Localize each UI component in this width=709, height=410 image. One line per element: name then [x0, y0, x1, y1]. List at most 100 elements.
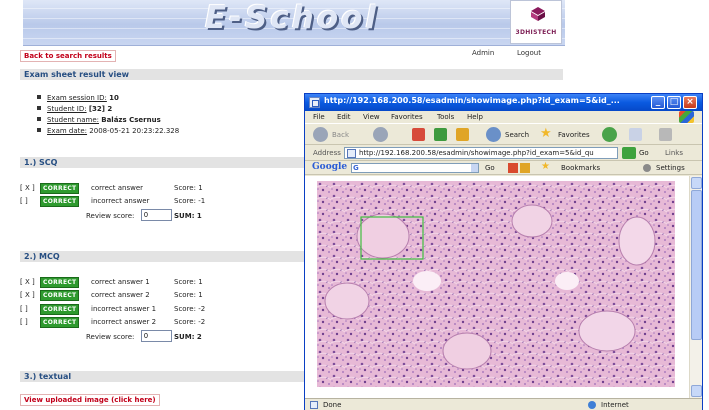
go-arrow-icon[interactable] [622, 147, 636, 159]
stop-icon[interactable] [412, 128, 425, 141]
close-button[interactable]: × [683, 96, 697, 109]
answer-text: correct answer [91, 184, 144, 192]
info-label: Exam session ID: [47, 94, 107, 102]
bookmarks-button[interactable]: Bookmarks [561, 164, 600, 172]
scroll-up-icon[interactable] [691, 177, 702, 189]
google-g-icon: G [353, 164, 359, 172]
histology-slide-image[interactable] [317, 181, 675, 387]
page-title: Exam sheet result view [24, 70, 130, 79]
maximize-button[interactable]: □ [667, 96, 681, 109]
answer-mark: [ X ] [20, 291, 35, 299]
mcq-review-score-input[interactable] [141, 330, 172, 342]
google-tools-icon[interactable] [508, 163, 530, 173]
eschool-logo: E-School [205, 0, 380, 36]
menu-file[interactable]: File [313, 113, 325, 121]
section-title: 3.) textual [24, 372, 72, 381]
menu-tools[interactable]: Tools [437, 113, 454, 121]
minimize-button[interactable]: _ [651, 96, 665, 109]
correct-badge: CORRECT [40, 196, 80, 207]
menu-help[interactable]: Help [467, 113, 483, 121]
scq-sum: SUM: 1 [174, 212, 202, 220]
google-search-input[interactable]: G [351, 163, 479, 173]
bookmarks-star-icon: ★ [541, 161, 550, 172]
info-student-id: Student ID: [32] 2 [37, 105, 112, 113]
logout-link[interactable]: Logout [517, 49, 541, 57]
print-icon[interactable] [659, 128, 672, 141]
back-arrow-icon[interactable] [313, 127, 328, 142]
section-title: 2.) MCQ [24, 252, 60, 261]
address-input[interactable]: http://192.168.200.58/esadmin/showimage.… [344, 147, 618, 159]
admin-link[interactable]: Admin [472, 49, 494, 57]
address-url: http://192.168.200.58/esadmin/showimage.… [359, 149, 594, 157]
scq-review-score-input[interactable] [141, 209, 172, 221]
search-button-label[interactable]: Search [505, 131, 529, 139]
brand-cube-icon [531, 7, 545, 21]
vertical-scrollbar[interactable] [689, 176, 702, 398]
answer-score: Score: -2 [174, 318, 206, 326]
answer-score: Score: 1 [174, 278, 203, 286]
info-exam-session: Exam session ID: 10 [37, 94, 119, 102]
image-popup-window: http://192.168.200.58/esadmin/showimage.… [304, 93, 703, 410]
go-button-label[interactable]: Go [639, 149, 649, 157]
google-go-button[interactable]: Go [485, 164, 495, 172]
info-label: Student ID: [47, 105, 87, 113]
correct-badge: CORRECT [40, 183, 80, 194]
menu-edit[interactable]: Edit [337, 113, 351, 121]
answer-mark: [ ] [20, 305, 28, 313]
image-viewport [305, 176, 702, 398]
menu-view[interactable]: View [363, 113, 380, 121]
refresh-icon[interactable] [434, 128, 447, 141]
correct-badge: CORRECT [40, 304, 80, 315]
answer-mark: [ ] [20, 318, 28, 326]
correct-badge: CORRECT [40, 277, 80, 288]
popup-title: http://192.168.200.58/esadmin/showimage.… [324, 96, 620, 105]
address-bar: Address http://192.168.200.58/esadmin/sh… [305, 145, 702, 161]
search-dropdown-icon[interactable] [471, 164, 478, 172]
scroll-down-icon[interactable] [691, 385, 702, 397]
links-label[interactable]: Links [665, 149, 683, 157]
info-label: Student name: [47, 116, 99, 124]
answer-text: incorrect answer [91, 197, 150, 205]
search-icon[interactable] [486, 127, 501, 142]
back-button-label[interactable]: Back [332, 131, 349, 139]
mail-icon[interactable] [629, 128, 642, 141]
menu-favorites[interactable]: Favorites [391, 113, 423, 121]
home-icon[interactable] [456, 128, 469, 141]
security-zone: Internet [601, 401, 629, 409]
header-banner: E-School 3DHISTECH [23, 0, 565, 46]
answer-mark: [ ] [20, 197, 28, 205]
status-bar: Done Internet [305, 398, 702, 410]
page-favicon-icon [347, 149, 356, 158]
answer-score: Score: -2 [174, 305, 206, 313]
settings-gear-icon [643, 164, 651, 172]
answer-score: Score: 1 [174, 184, 203, 192]
answer-text: correct answer 1 [91, 278, 150, 286]
browser-toolbar: Back Search ★ Favorites [305, 123, 702, 145]
answer-mark: [ X ] [20, 184, 35, 192]
forward-arrow-icon[interactable] [373, 127, 388, 142]
favorites-star-icon[interactable]: ★ [540, 126, 552, 141]
info-student-name: Student name: Balázs Csernus [37, 116, 161, 124]
brand-logo: 3DHISTECH [510, 0, 562, 44]
status-text: Done [323, 401, 342, 409]
answer-text: correct answer 2 [91, 291, 150, 299]
popup-titlebar[interactable]: http://192.168.200.58/esadmin/showimage.… [305, 94, 702, 111]
ie-page-icon [309, 97, 320, 108]
settings-button[interactable]: Settings [656, 164, 685, 172]
review-score-label: Review score: [86, 333, 135, 341]
section-title: 1.) SCQ [24, 158, 58, 167]
favorites-button-label[interactable]: Favorites [558, 131, 590, 139]
menu-bar: File Edit View Favorites Tools Help [305, 111, 702, 123]
windows-logo-icon [679, 111, 694, 123]
back-to-search-link[interactable]: Back to search results [20, 50, 116, 62]
correct-badge: CORRECT [40, 290, 80, 301]
media-icon[interactable] [602, 127, 617, 142]
scrollbar-thumb[interactable] [691, 190, 702, 340]
exam-result-page: E-School 3DHISTECH Back to search result… [0, 0, 709, 410]
page-done-icon [310, 401, 318, 409]
bullet-icon [37, 95, 41, 99]
view-uploaded-image-link[interactable]: View uploaded image (click here) [20, 394, 160, 406]
answer-text: incorrect answer 2 [91, 318, 157, 326]
address-label: Address [313, 149, 341, 157]
correct-badge: CORRECT [40, 317, 80, 328]
